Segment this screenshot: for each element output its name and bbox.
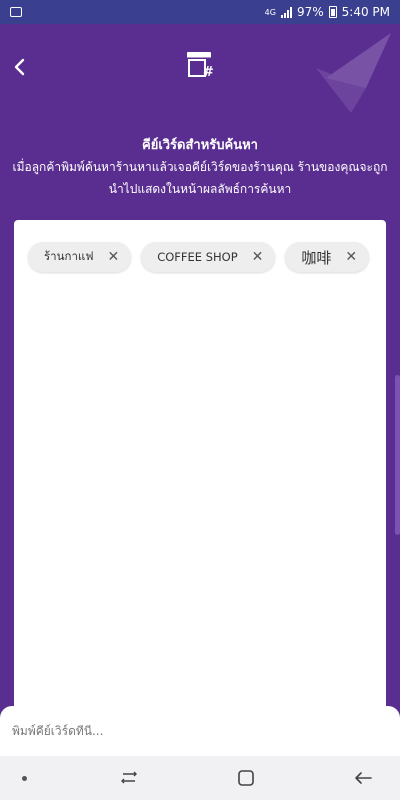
keyword-chip-label: COFFEE SHOP (157, 250, 238, 264)
chevron-left-icon (14, 58, 25, 76)
close-icon[interactable]: ✕ (252, 250, 264, 264)
home-icon (238, 770, 254, 786)
status-bar: 4G 97% 5:40 PM (0, 0, 400, 24)
signal-icon (280, 6, 292, 18)
header: # คีย์เวิร์ดสำหรับค้นหา เมื่อลูกค้าพิมพ์… (0, 24, 400, 220)
back-nav-button[interactable] (348, 766, 378, 790)
close-icon[interactable]: ✕ (107, 250, 119, 264)
back-arrow-icon (355, 772, 372, 784)
status-right: 4G 97% 5:40 PM (265, 5, 390, 19)
store-hashtag-icon: # (187, 52, 214, 80)
notification-icon (10, 7, 22, 17)
keyword-chip[interactable]: COFFEE SHOP ✕ (141, 242, 276, 272)
keyword-input-bar (0, 706, 400, 756)
keyword-chips: ร้านกาแฟ ✕ COFFEE SHOP ✕ 咖啡 ✕ (28, 242, 372, 272)
recent-apps-button[interactable] (114, 766, 144, 790)
status-left (10, 7, 22, 17)
network-type: 4G (264, 7, 276, 17)
svg-text:#: # (203, 65, 214, 80)
page-title: คีย์เวิร์ดสำหรับค้นหา (142, 138, 258, 153)
battery-percent: 97% (296, 5, 324, 19)
keyword-chip[interactable]: ร้านกาแฟ ✕ (28, 242, 132, 272)
close-icon[interactable]: ✕ (345, 250, 357, 264)
home-button[interactable] (231, 766, 261, 790)
dot-icon (22, 775, 27, 781)
decorative-shape-icon (316, 33, 391, 113)
back-button[interactable] (8, 52, 32, 80)
keyword-chip-label: 咖啡 (301, 248, 332, 267)
clock: 5:40 PM (341, 5, 390, 19)
page-subtitle: เมื่อลูกค้าพิมพ์ค้นหาร้านหาแล้วเจอคีย์เว… (12, 160, 388, 196)
keyword-input[interactable] (12, 724, 388, 738)
keyword-chip[interactable]: 咖啡 ✕ (285, 242, 370, 272)
system-nav-bar (0, 756, 400, 800)
keywords-card: ร้านกาแฟ ✕ COFFEE SHOP ✕ 咖啡 ✕ (14, 220, 386, 720)
recent-apps-icon (121, 771, 137, 784)
battery-icon (328, 6, 337, 18)
keyword-chip-label: ร้านกาแฟ (44, 249, 94, 263)
scrollbar[interactable] (395, 375, 400, 535)
